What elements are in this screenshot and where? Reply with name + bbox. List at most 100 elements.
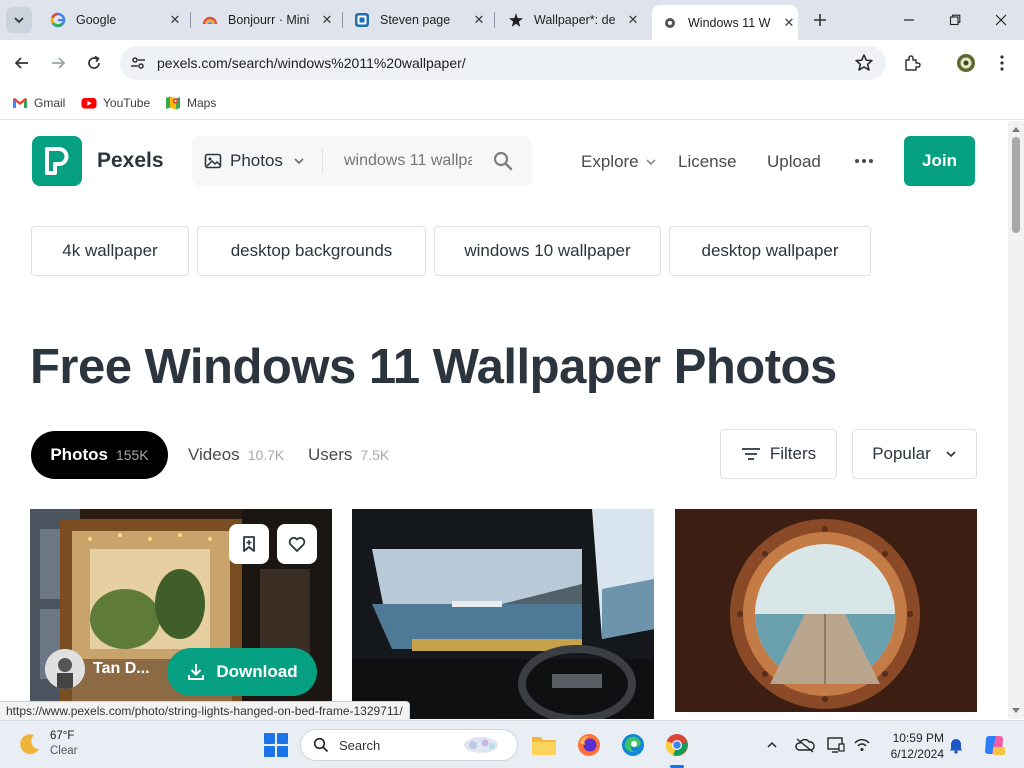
tab-separator: [494, 12, 495, 28]
new-tab-button[interactable]: [808, 8, 832, 32]
tab-count: 10.7K: [247, 447, 285, 463]
nav-explore[interactable]: Explore: [581, 152, 657, 172]
tab-search-button[interactable]: [6, 7, 32, 33]
tab-photos[interactable]: Photos 155K: [31, 431, 168, 479]
tab-pexels-active[interactable]: Windows 11 W ✕: [652, 5, 798, 40]
join-button[interactable]: Join: [904, 136, 975, 186]
tab-count: 155K: [115, 447, 149, 463]
minimize-icon: [904, 19, 914, 21]
more-menu-icon[interactable]: [855, 159, 873, 165]
start-button[interactable]: [264, 733, 288, 757]
close-tab-icon[interactable]: ✕: [470, 11, 488, 29]
image-icon: [204, 153, 222, 169]
bookmark-maps[interactable]: Maps: [165, 93, 216, 113]
edge-taskbar-icon[interactable]: [619, 731, 647, 759]
tab-wallpaper[interactable]: Wallpaper*: de ✕: [502, 6, 642, 34]
nav-license[interactable]: License: [678, 152, 737, 172]
chevron-down-icon: [294, 158, 304, 165]
weather-widget[interactable]: 67°F Clear: [18, 729, 77, 759]
scroll-down-arrow-icon[interactable]: [1012, 708, 1020, 713]
bookmark-youtube[interactable]: YouTube: [81, 93, 150, 113]
search-highlight-icon: [464, 737, 498, 753]
page-title: Free Windows 11 Wallpaper Photos: [30, 340, 837, 394]
scroll-up-arrow-icon[interactable]: [1012, 127, 1020, 132]
profile-avatar[interactable]: [955, 52, 977, 74]
photo-card[interactable]: [675, 509, 977, 712]
taskbar-clock[interactable]: 10:59 PM 6/12/2024: [880, 730, 944, 762]
minimize-button[interactable]: [886, 0, 932, 40]
author-name: Tan D...: [93, 660, 150, 677]
taskbar-search[interactable]: Search: [300, 729, 518, 761]
chevron-up-icon: [767, 741, 777, 748]
close-tab-icon[interactable]: ✕: [780, 14, 798, 32]
windows-taskbar: 67°F Clear Search 10:59 PM 6/12/2024: [0, 720, 1024, 768]
weather-temp: 67°F: [50, 730, 75, 742]
close-tab-icon[interactable]: ✕: [624, 11, 642, 29]
chrome-taskbar-icon[interactable]: [663, 731, 691, 759]
bookmark-star-icon[interactable]: [854, 53, 874, 73]
close-tab-icon[interactable]: ✕: [166, 11, 184, 29]
related-chip[interactable]: desktop backgrounds: [197, 226, 426, 276]
photo-card[interactable]: Tan D... Download: [30, 509, 332, 719]
tab-label: Photos: [50, 445, 108, 464]
display-tray-icon[interactable]: [826, 735, 846, 755]
copilot-taskbar-icon[interactable]: [982, 733, 1006, 757]
avatar: [45, 649, 85, 689]
firefox-taskbar-icon[interactable]: [575, 731, 603, 759]
file-explorer-taskbar-icon[interactable]: [530, 731, 558, 759]
plus-icon: [814, 14, 826, 26]
nav-upload[interactable]: Upload: [767, 152, 821, 172]
photo-van-window-view: [352, 509, 654, 719]
close-icon: [995, 14, 1007, 26]
tab-bonjourr[interactable]: Bonjourr · Mini ✕: [196, 6, 336, 34]
tab-google[interactable]: Google ✕: [44, 6, 184, 34]
pexels-logo-icon: [45, 147, 69, 175]
tab-title: Bonjourr · Mini: [228, 13, 310, 27]
tab-videos[interactable]: Videos 10.7K: [188, 431, 284, 479]
page-scrollbar[interactable]: [1008, 121, 1024, 719]
scrollbar-thumb[interactable]: [1012, 137, 1020, 233]
close-tab-icon[interactable]: ✕: [318, 11, 336, 29]
onedrive-tray-icon[interactable]: [795, 735, 815, 755]
collect-button[interactable]: [229, 524, 269, 564]
site-info-button[interactable]: [126, 51, 150, 75]
photo-author[interactable]: Tan D...: [45, 649, 150, 689]
show-hidden-icons-button[interactable]: [762, 735, 782, 755]
google-icon: [50, 12, 66, 28]
related-chip[interactable]: windows 10 wallpaper: [434, 226, 661, 276]
reload-icon: [88, 55, 100, 69]
bookmark-gmail[interactable]: Gmail: [12, 93, 65, 113]
notifications-button[interactable]: [946, 735, 966, 755]
search-icon[interactable]: [492, 150, 514, 172]
sort-dropdown[interactable]: Popular: [852, 429, 977, 479]
browser-toolbar: pexels.com/search/windows%2011%20wallpap…: [0, 40, 1024, 86]
search-type-dropdown[interactable]: Photos: [204, 136, 305, 186]
close-window-button[interactable]: [978, 0, 1024, 40]
extensions-button[interactable]: [901, 52, 923, 74]
related-chip[interactable]: 4k wallpaper: [31, 226, 189, 276]
arrow-right-icon: [52, 57, 66, 69]
address-bar[interactable]: pexels.com/search/windows%2011%20wallpap…: [120, 46, 886, 80]
filters-button[interactable]: Filters: [720, 429, 837, 479]
bookmarks-bar: Gmail YouTube Maps: [0, 86, 1024, 120]
tab-users[interactable]: Users 7.5K: [308, 431, 389, 479]
related-chip[interactable]: desktop wallpaper: [669, 226, 871, 276]
restore-button[interactable]: [932, 0, 978, 40]
tab-steven-page[interactable]: Steven page ✕: [348, 6, 488, 34]
clock-date: 6/12/2024: [890, 747, 944, 761]
network-tray-icon[interactable]: [852, 735, 872, 755]
photo-card[interactable]: [352, 509, 654, 719]
pexels-favicon: [665, 17, 675, 28]
search-input[interactable]: [344, 150, 472, 172]
pexels-logo[interactable]: [32, 136, 82, 186]
forward-button[interactable]: [45, 50, 71, 76]
heart-icon: [288, 537, 306, 552]
download-button[interactable]: Download: [167, 648, 317, 696]
back-button[interactable]: [9, 50, 35, 76]
brand-name[interactable]: Pexels: [97, 149, 164, 173]
browser-menu-button[interactable]: [991, 52, 1013, 74]
puzzle-icon: [905, 55, 921, 71]
reload-button[interactable]: [81, 50, 107, 76]
like-button[interactable]: [277, 524, 317, 564]
tab-label: Users: [308, 445, 353, 464]
